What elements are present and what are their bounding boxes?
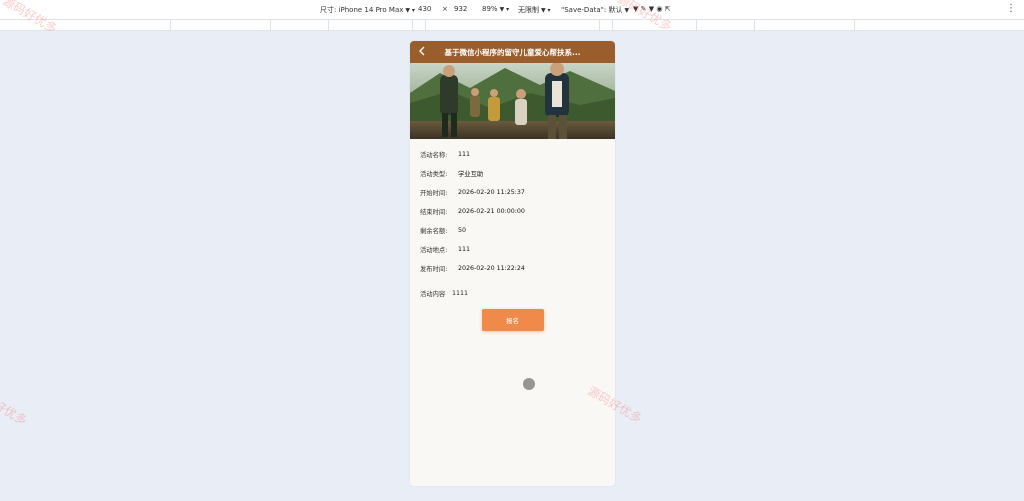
detail-row-type: 活动类型: 学业互助 bbox=[420, 164, 605, 183]
detail-value: 111 bbox=[458, 151, 471, 158]
watermark: 源码好优多 bbox=[0, 385, 30, 428]
detail-label: 发布时间: bbox=[420, 266, 448, 273]
ruler-tick bbox=[425, 20, 426, 31]
detail-value: 2026-02-21 00:00:00 bbox=[458, 208, 525, 215]
activity-image bbox=[410, 63, 615, 139]
detail-value: 1111 bbox=[452, 290, 469, 297]
detail-label: 活动地点: bbox=[420, 247, 448, 254]
detail-label: 活动内容 bbox=[420, 291, 446, 298]
media-query-ruler bbox=[0, 20, 1024, 31]
detail-row-name: 活动名称: 111 bbox=[420, 145, 605, 164]
detail-value: 2026-02-20 11:25:37 bbox=[458, 189, 525, 196]
zoom-select[interactable]: 89% ▼ ▾ bbox=[482, 5, 509, 13]
ruler-tick bbox=[599, 20, 600, 31]
ruler-tick bbox=[754, 20, 755, 31]
page-title: 基于微信小程序的留守儿童爱心帮扶系... bbox=[444, 47, 581, 57]
chevron-down-icon: ▼ ▾ bbox=[499, 6, 510, 13]
throttle-select[interactable]: 无限制 ▼ ▾ bbox=[518, 5, 551, 15]
detail-row-content: 活动内容 1111 bbox=[420, 284, 605, 303]
phone-viewport: 基于微信小程序的留守儿童爱心帮扶系... 活动名称: 111 活动类型: 学业互… bbox=[410, 41, 615, 486]
detail-value: 2026-02-20 11:22:24 bbox=[458, 265, 525, 272]
touch-cursor bbox=[523, 378, 535, 390]
detail-row-start-time: 开始时间: 2026-02-20 11:25:37 bbox=[420, 183, 605, 202]
ruler-tick bbox=[270, 20, 271, 31]
ruler-tick bbox=[412, 20, 413, 31]
height-input[interactable]: 932 bbox=[454, 5, 467, 13]
detail-label: 结束时间: bbox=[420, 209, 448, 216]
detail-row-publish-time: 发布时间: 2026-02-20 11:22:24 bbox=[420, 259, 605, 278]
detail-value: 111 bbox=[458, 246, 471, 253]
detail-label: 开始时间: bbox=[420, 190, 448, 197]
detail-value: 50 bbox=[458, 227, 467, 234]
detail-row-location: 活动地点: 111 bbox=[420, 240, 605, 259]
back-arrow-icon[interactable] bbox=[415, 44, 429, 58]
detail-label: 活动类型: bbox=[420, 171, 448, 178]
detail-label: 剩余名额: bbox=[420, 228, 448, 235]
ruler-tick bbox=[854, 20, 855, 31]
rotate-icon[interactable]: ⇱ bbox=[665, 5, 671, 13]
chevron-down-icon: ▼ ▾ bbox=[541, 7, 551, 14]
activity-details: 活动名称: 111 活动类型: 学业互助 开始时间: 2026-02-20 11… bbox=[410, 139, 615, 303]
ruler-tick bbox=[696, 20, 697, 31]
more-options-icon[interactable]: ⋮ bbox=[1006, 3, 1016, 14]
detail-row-remaining: 剩余名额: 50 bbox=[420, 221, 605, 240]
dimension-separator: × bbox=[442, 5, 448, 13]
device-toolbar: 尺寸: iPhone 14 Pro Max ▼ ▾ 430 × 932 89% ▼ … bbox=[0, 0, 1024, 20]
detail-label: 活动名称: bbox=[420, 152, 448, 159]
device-size-select[interactable]: 尺寸: iPhone 14 Pro Max ▼ ▾ bbox=[320, 5, 415, 15]
ruler-tick bbox=[612, 20, 613, 31]
detail-row-end-time: 结束时间: 2026-02-21 00:00:00 bbox=[420, 202, 605, 221]
signup-button[interactable]: 报名 bbox=[481, 309, 544, 331]
chevron-down-icon: ▼ ▾ bbox=[405, 7, 415, 14]
navigation-bar: 基于微信小程序的留守儿童爱心帮扶系... bbox=[410, 41, 615, 63]
detail-value: 学业互助 bbox=[458, 171, 484, 178]
ruler-tick bbox=[170, 20, 171, 31]
width-input[interactable]: 430 bbox=[418, 5, 431, 13]
ruler-tick bbox=[328, 20, 329, 31]
